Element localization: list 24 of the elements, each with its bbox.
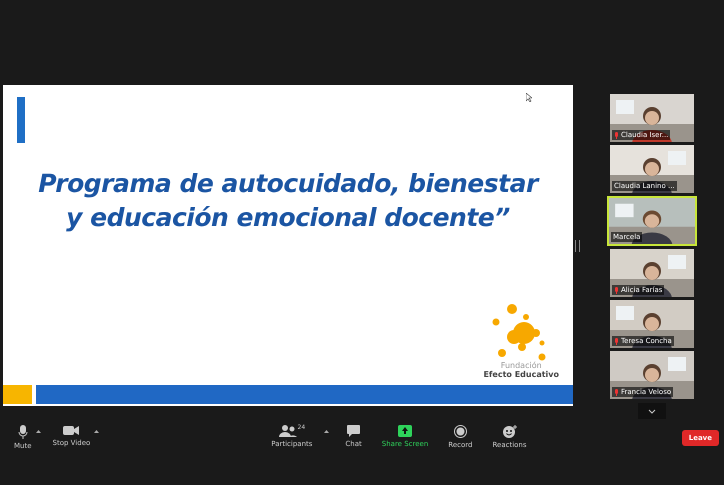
footer-bar — [3, 385, 32, 404]
chat-bubble-icon — [347, 425, 360, 437]
video-camera-icon — [63, 425, 80, 436]
resize-handle[interactable] — [575, 240, 580, 252]
muted-mic-icon — [614, 286, 619, 294]
people-icon — [278, 425, 297, 437]
muted-mic-icon — [614, 132, 619, 138]
caret-icon[interactable] — [94, 430, 100, 433]
muted-mic-icon — [614, 388, 619, 396]
more-participants-button[interactable] — [638, 403, 666, 419]
record-icon — [454, 425, 467, 438]
smiley-icon — [502, 425, 516, 438]
caret-icon[interactable] — [324, 430, 330, 433]
accent-bar — [17, 97, 25, 143]
slide-title-line: y educación emocional docente” — [66, 202, 510, 234]
caret-icon[interactable] — [36, 430, 41, 433]
slide-title-line: Programa de autocuidado, bienestar — [38, 168, 538, 200]
logo-text: Efecto Educativo — [483, 370, 559, 379]
microphone-icon — [18, 425, 28, 439]
share-screen-icon — [398, 425, 412, 437]
muted-mic-icon — [614, 338, 619, 344]
logo-text: Fundación — [500, 361, 542, 370]
chevron-down-icon — [648, 408, 656, 414]
cursor-icon — [526, 93, 532, 102]
